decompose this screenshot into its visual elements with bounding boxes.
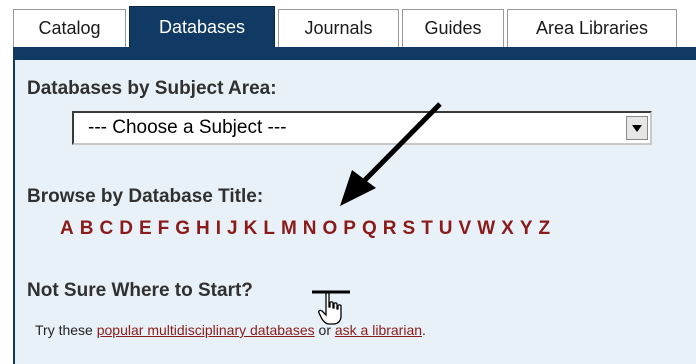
hand-pointer-icon bbox=[317, 292, 347, 331]
start-heading: Not Sure Where to Start? bbox=[27, 280, 253, 301]
letter-link-t[interactable]: T bbox=[418, 218, 436, 244]
tab-underline bbox=[13, 47, 696, 60]
tab-catalog[interactable]: Catalog bbox=[13, 9, 126, 47]
letter-link-v[interactable]: V bbox=[456, 218, 475, 244]
tab-guides[interactable]: Guides bbox=[402, 9, 504, 47]
help-text: Try these popular multidisciplinary data… bbox=[35, 322, 426, 338]
letter-link-q[interactable]: Q bbox=[359, 218, 380, 244]
subject-select-value: --- Choose a Subject --- bbox=[88, 117, 287, 138]
popular-databases-link[interactable]: popular multidisciplinary databases bbox=[97, 322, 315, 338]
letter-link-p[interactable]: P bbox=[340, 218, 359, 244]
letter-link-r[interactable]: R bbox=[380, 218, 400, 244]
period-text: . bbox=[422, 322, 426, 338]
letter-link-w[interactable]: W bbox=[474, 218, 498, 244]
subject-heading: Databases by Subject Area: bbox=[27, 78, 277, 99]
letter-link-b[interactable]: B bbox=[77, 218, 97, 244]
letter-link-e[interactable]: E bbox=[136, 218, 155, 244]
try-prefix: Try these bbox=[35, 322, 93, 338]
tab-area-libraries[interactable]: Area Libraries bbox=[507, 9, 677, 47]
alphabet-list: ABCDEFGHIJKLMNOPQRSTUVWXYZ bbox=[57, 218, 553, 244]
letter-link-d[interactable]: D bbox=[116, 218, 136, 244]
letter-link-l[interactable]: L bbox=[260, 218, 278, 244]
letter-link-o[interactable]: O bbox=[320, 218, 341, 244]
databases-panel: Databases by Subject Area: --- Choose a … bbox=[13, 60, 696, 364]
browse-heading: Browse by Database Title: bbox=[27, 186, 264, 207]
letter-link-y[interactable]: Y bbox=[517, 218, 536, 244]
letter-link-z[interactable]: Z bbox=[536, 218, 554, 244]
letter-link-i[interactable]: I bbox=[213, 218, 224, 244]
letter-link-s[interactable]: S bbox=[400, 218, 419, 244]
ask-librarian-link[interactable]: ask a librarian bbox=[335, 322, 422, 338]
letter-link-c[interactable]: C bbox=[96, 218, 116, 244]
letter-link-u[interactable]: U bbox=[436, 218, 456, 244]
letter-link-g[interactable]: G bbox=[172, 218, 193, 244]
letter-link-x[interactable]: X bbox=[498, 218, 517, 244]
letter-link-m[interactable]: M bbox=[278, 218, 300, 244]
dropdown-button[interactable] bbox=[626, 116, 648, 140]
letter-link-n[interactable]: N bbox=[300, 218, 320, 244]
letter-link-h[interactable]: H bbox=[193, 218, 213, 244]
letter-link-f[interactable]: F bbox=[155, 218, 173, 244]
chevron-down-icon bbox=[632, 124, 642, 132]
tab-journals[interactable]: Journals bbox=[278, 9, 399, 47]
letter-link-a[interactable]: A bbox=[57, 218, 77, 244]
letter-link-j[interactable]: J bbox=[224, 218, 241, 244]
letter-link-k[interactable]: K bbox=[241, 218, 261, 244]
subject-select[interactable]: --- Choose a Subject --- bbox=[72, 111, 652, 145]
